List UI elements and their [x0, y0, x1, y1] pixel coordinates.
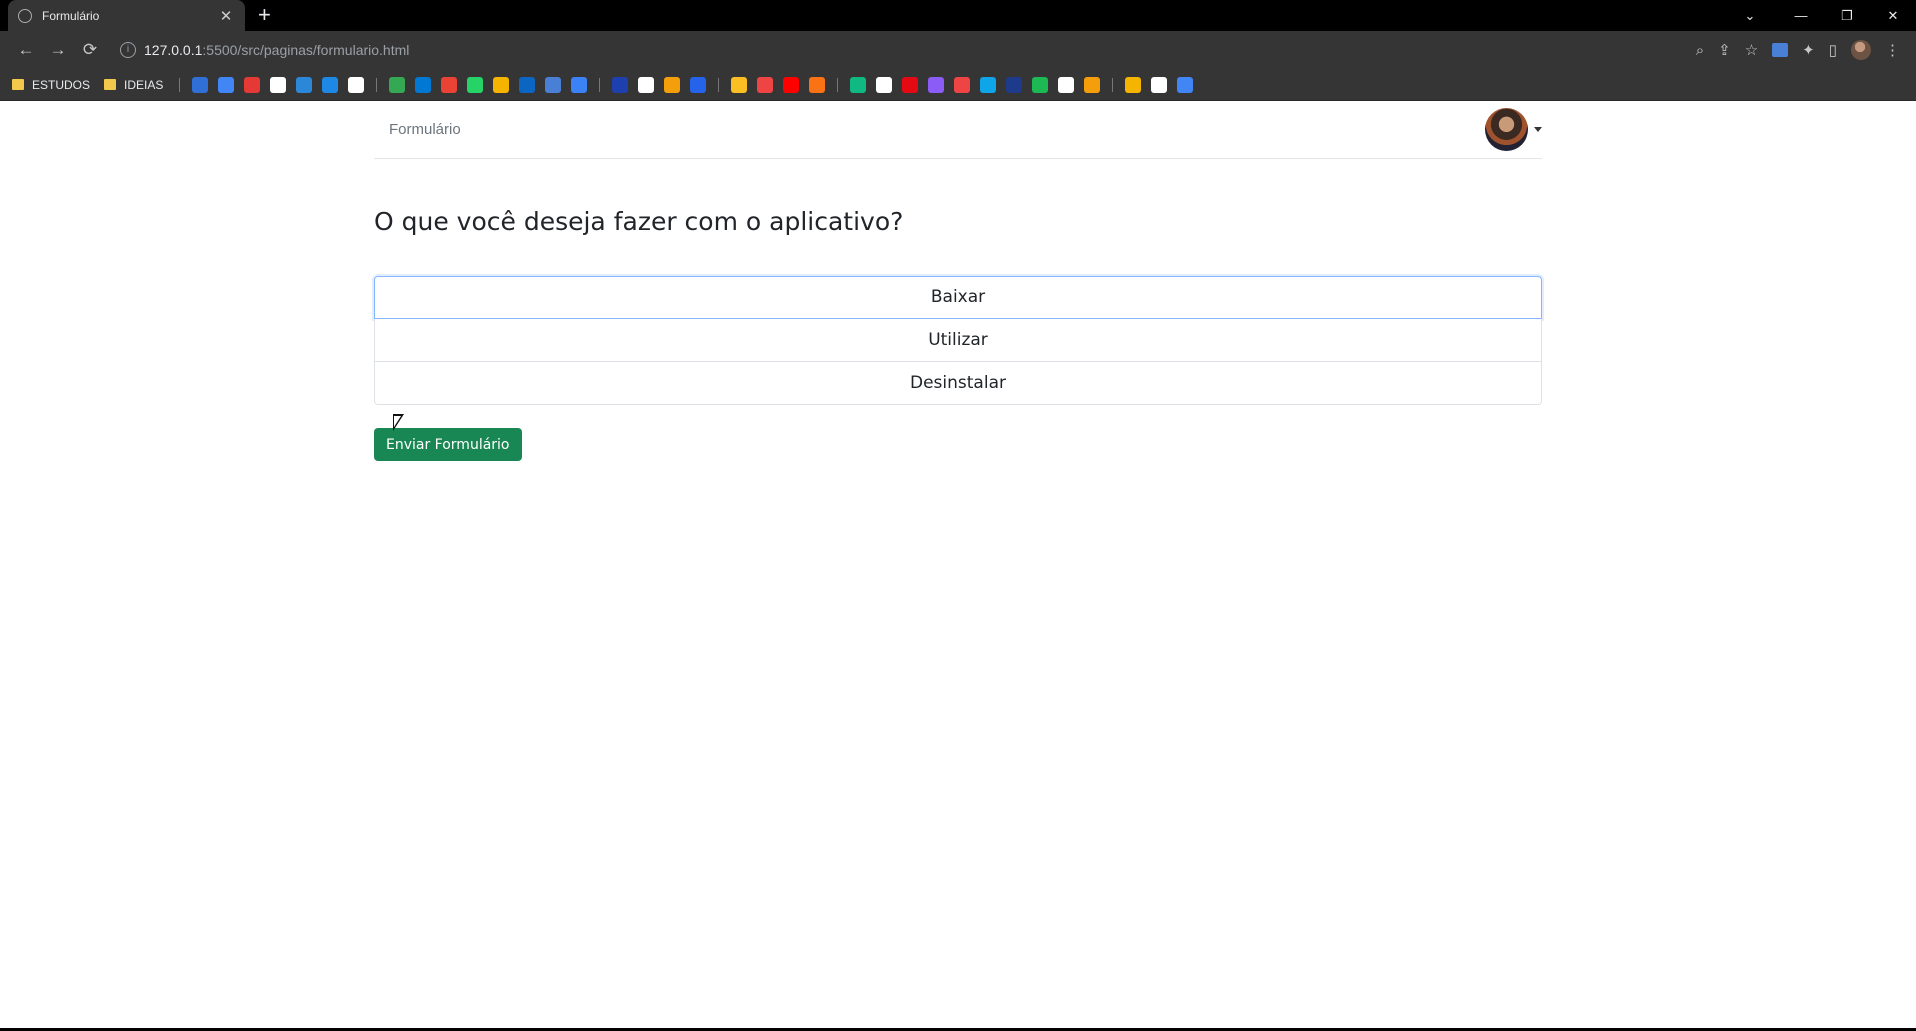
bookmark-site-icon[interactable] — [638, 76, 655, 93]
bookmark-star-icon[interactable]: ☆ — [1745, 41, 1758, 59]
folder-icon — [12, 79, 24, 90]
bookmark-site-icon[interactable] — [954, 76, 971, 93]
menu-icon[interactable]: ⋮ — [1885, 41, 1900, 59]
bookmark-separator — [718, 77, 720, 92]
bookmark-separator — [1112, 77, 1114, 92]
option-utilizar[interactable]: Utilizar — [374, 319, 1542, 362]
bookmark-site-icon[interactable] — [519, 76, 536, 93]
extensions-icon[interactable]: ✦ — [1802, 41, 1815, 59]
tab-title: Formulário — [42, 8, 100, 23]
bookmark-site-icon[interactable] — [850, 76, 867, 93]
profile-avatar[interactable] — [1851, 40, 1871, 60]
bookmark-separator — [179, 77, 181, 92]
bookmark-site-icon[interactable] — [296, 76, 313, 93]
bookmark-site-icon[interactable] — [1125, 76, 1142, 93]
restore-button[interactable]: ❐ — [1824, 8, 1870, 24]
mouse-cursor-icon — [393, 414, 404, 431]
site-info-icon[interactable]: i — [120, 42, 136, 58]
tab-search-icon[interactable]: ⌄ — [1730, 8, 1770, 24]
option-baixar[interactable]: Baixar — [374, 276, 1542, 319]
option-desinstalar[interactable]: Desinstalar — [374, 362, 1542, 405]
bookmark-site-icon[interactable] — [441, 76, 458, 93]
bookmarks-bar: ESTUDOS IDEIAS — [0, 69, 1916, 101]
bookmark-site-icon[interactable] — [1177, 76, 1194, 93]
url-path: :5500/src/paginas/formulario.html — [202, 42, 410, 58]
bookmark-site-icon[interactable] — [1084, 76, 1101, 93]
submit-button[interactable]: Enviar Formulário — [374, 428, 522, 461]
tab-close-icon[interactable]: ✕ — [217, 7, 235, 25]
bookmark-site-icon[interactable] — [876, 76, 893, 93]
tab-formulario[interactable]: Formulário ✕ — [8, 0, 245, 31]
navbar-brand[interactable]: Formulário — [389, 121, 461, 138]
bookmark-site-icon[interactable] — [980, 76, 997, 93]
bookmark-site-icon[interactable] — [244, 76, 261, 93]
bookmark-site-icon[interactable] — [493, 76, 510, 93]
option-list: Baixar Utilizar Desinstalar — [374, 276, 1542, 405]
bookmark-site-icon[interactable] — [467, 76, 484, 93]
bookmark-site-icon[interactable] — [1058, 76, 1075, 93]
browser-tab-bar: Formulário ✕ + ⌄ — ❐ ✕ — [0, 0, 1916, 31]
bookmark-site-icon[interactable] — [1032, 76, 1049, 93]
page-container: Formulário O que você deseja fazer com o… — [374, 101, 1542, 461]
address-bar[interactable]: i 127.0.0.1:5500/src/paginas/formulario.… — [112, 35, 1696, 65]
minimize-button[interactable]: — — [1778, 8, 1824, 23]
page-viewport: Formulário O que você deseja fazer com o… — [0, 101, 1916, 1031]
share-icon[interactable]: ⇪ — [1718, 41, 1731, 59]
side-panel-icon[interactable]: ▯ — [1829, 41, 1837, 59]
new-tab-button[interactable]: + — [258, 3, 271, 27]
bookmark-icons — [177, 76, 1203, 93]
bookmark-site-icon[interactable] — [348, 76, 365, 93]
bookmark-site-icon[interactable] — [571, 76, 588, 93]
bookmark-site-icon[interactable] — [664, 76, 681, 93]
bookmark-site-icon[interactable] — [1151, 76, 1168, 93]
forward-button[interactable]: → — [42, 40, 74, 60]
bookmark-site-icon[interactable] — [731, 76, 748, 93]
bookmark-folder-ideias[interactable]: IDEIAS — [104, 78, 163, 92]
bookmark-site-icon[interactable] — [415, 76, 432, 93]
globe-icon — [18, 8, 32, 23]
bookmark-site-icon[interactable] — [690, 76, 707, 93]
bookmark-site-icon[interactable] — [389, 76, 406, 93]
bookmark-folder-label: ESTUDOS — [32, 77, 91, 92]
bookmark-folder-estudos[interactable]: ESTUDOS — [12, 78, 90, 92]
user-menu[interactable] — [1485, 108, 1542, 151]
bookmark-site-icon[interactable] — [545, 76, 562, 93]
url-host: 127.0.0.1 — [144, 42, 203, 58]
toolbar-actions: ⌕ ⇪ ☆ ✦ ▯ ⋮ — [1696, 40, 1900, 60]
bookmark-site-icon[interactable] — [757, 76, 774, 93]
bookmark-site-icon[interactable] — [1006, 76, 1023, 93]
bookmark-site-icon[interactable] — [322, 76, 339, 93]
bookmark-separator — [376, 77, 378, 92]
browser-toolbar: ← → ⟳ i 127.0.0.1:5500/src/paginas/formu… — [0, 31, 1916, 69]
bookmark-site-icon[interactable] — [809, 76, 826, 93]
bookmark-separator — [837, 77, 839, 92]
bookmark-site-icon[interactable] — [928, 76, 945, 93]
question-title: O que você deseja fazer com o aplicativo… — [374, 207, 904, 236]
bookmark-separator — [599, 77, 601, 92]
avatar[interactable] — [1485, 108, 1528, 151]
navbar: Formulário — [374, 101, 1542, 159]
window-controls: ⌄ — ❐ ✕ — [1730, 0, 1916, 31]
chevron-down-icon[interactable] — [1534, 127, 1542, 132]
bookmark-folder-label: IDEIAS — [124, 77, 164, 92]
zoom-icon[interactable]: ⌕ — [1696, 42, 1704, 59]
reload-button[interactable]: ⟳ — [74, 40, 106, 60]
bookmark-site-icon[interactable] — [270, 76, 287, 93]
bookmark-site-icon[interactable] — [192, 76, 209, 93]
translate-extension-icon[interactable] — [1772, 43, 1789, 57]
back-button[interactable]: ← — [10, 40, 42, 60]
folder-icon — [104, 79, 117, 90]
bookmark-site-icon[interactable] — [218, 76, 235, 93]
bookmark-site-icon[interactable] — [783, 76, 800, 93]
close-window-button[interactable]: ✕ — [1870, 8, 1916, 24]
bookmark-site-icon[interactable] — [612, 76, 629, 93]
bookmark-site-icon[interactable] — [902, 76, 919, 93]
